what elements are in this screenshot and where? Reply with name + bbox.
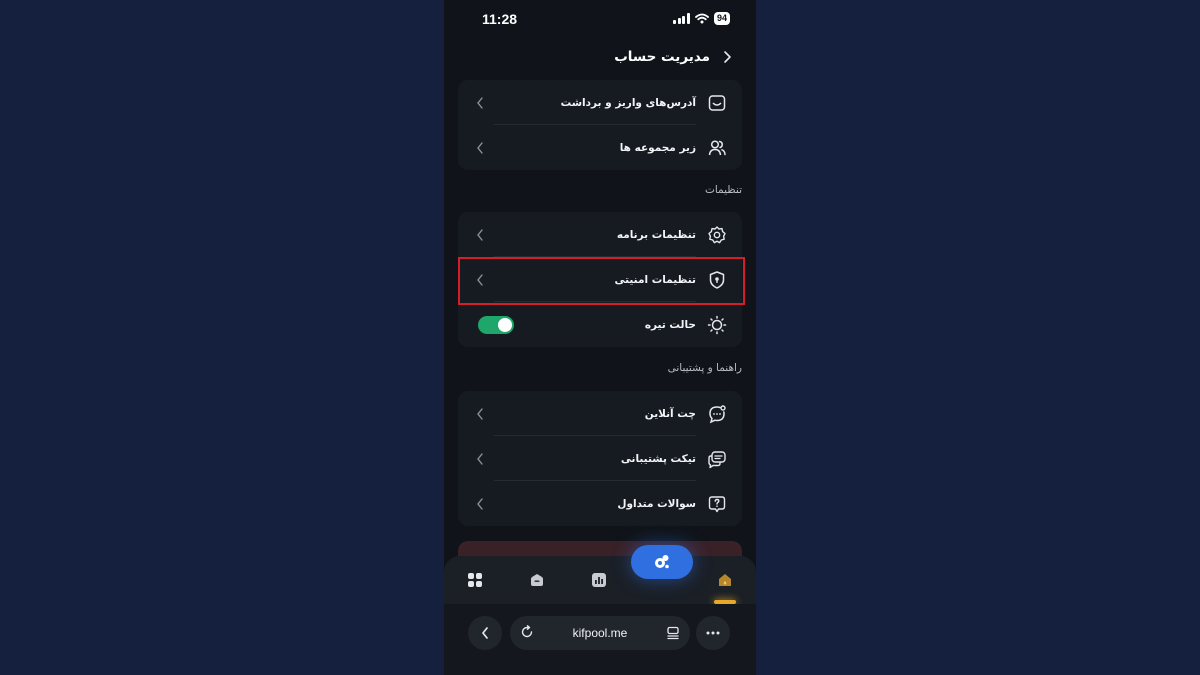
browser-more-button[interactable] [696, 616, 730, 650]
menu-item-label: سوالات متداول [617, 497, 696, 510]
status-time: 11:28 [482, 11, 518, 27]
menu-item-label: حالت تیره [644, 318, 696, 331]
menu-item-label: چت آنلاین [644, 407, 696, 420]
browser-back-button[interactable] [468, 616, 502, 650]
url-text: kifpool.me [572, 626, 628, 640]
chart-icon[interactable] [590, 571, 608, 589]
account-card: آدرس‌های واریز و برداشت زیر مجموعه ها [458, 80, 742, 170]
phone-screen: 11:28 94 مدیریت حساب آدرس‌های واریز و بر… [444, 0, 756, 675]
chevron-left-icon [477, 452, 483, 465]
wifi-icon [695, 13, 709, 24]
address-bar[interactable]: kifpool.me [510, 616, 690, 650]
reader-mode-icon[interactable] [666, 626, 680, 640]
gear-icon [706, 224, 728, 246]
menu-item-support-ticket[interactable]: تیکت پشتیبانی [458, 436, 742, 481]
reload-icon[interactable] [520, 625, 534, 639]
support-card: چت آنلاین تیکت پشتیبانی سوالات متداول [458, 391, 742, 526]
page-header: مدیریت حساب [468, 44, 732, 70]
exchange-icon [655, 555, 669, 569]
question-icon [706, 493, 728, 515]
battery-badge: 94 [713, 12, 730, 25]
settings-section-title: تنظیمات [704, 184, 742, 196]
apps-icon[interactable] [466, 571, 484, 589]
messages-icon [706, 448, 728, 470]
chevron-left-icon [477, 96, 483, 109]
menu-item-online-chat[interactable]: چت آنلاین [458, 391, 742, 436]
page-title: مدیریت حساب [614, 49, 710, 65]
menu-item-dark-mode[interactable]: حالت تیره [458, 302, 742, 347]
users-icon [706, 137, 728, 159]
support-section-title: راهنما و پشتیبانی [667, 362, 742, 374]
chat-icon [706, 403, 728, 425]
more-dots-icon [706, 631, 720, 635]
menu-item-faq[interactable]: سوالات متداول [458, 481, 742, 526]
menu-item-referrals[interactable]: زیر مجموعه ها [458, 125, 742, 170]
menu-item-label: تیکت پشتیبانی [620, 452, 696, 465]
status-icons: 94 [673, 12, 730, 25]
back-arrow-icon[interactable] [722, 50, 732, 64]
browser-toolbar: kifpool.me [444, 604, 756, 675]
dark-mode-toggle[interactable] [478, 315, 514, 334]
center-action-button[interactable] [631, 545, 693, 579]
chevron-left-icon [482, 627, 488, 639]
toggle-knob [498, 317, 512, 332]
signal-icon [673, 13, 690, 24]
highlight-box [458, 257, 745, 305]
chevron-left-icon [477, 497, 483, 510]
chevron-left-icon [477, 407, 483, 420]
chevron-left-icon [477, 228, 483, 241]
sun-icon [706, 314, 728, 336]
wallet-icon [706, 92, 728, 114]
menu-item-app-settings[interactable]: تنظیمات برنامه [458, 212, 742, 257]
status-bar: 11:28 94 [444, 0, 756, 36]
chevron-left-icon [477, 141, 483, 154]
home-icon[interactable] [716, 571, 734, 589]
menu-item-label: آدرس‌های واریز و برداشت [560, 96, 696, 109]
menu-item-label: تنظیمات برنامه [616, 228, 696, 241]
menu-item-label: زیر مجموعه ها [619, 141, 696, 154]
menu-item-deposit-addresses[interactable]: آدرس‌های واریز و برداشت [458, 80, 742, 125]
wallet-box-icon[interactable] [528, 571, 546, 589]
bottom-nav [444, 556, 756, 604]
